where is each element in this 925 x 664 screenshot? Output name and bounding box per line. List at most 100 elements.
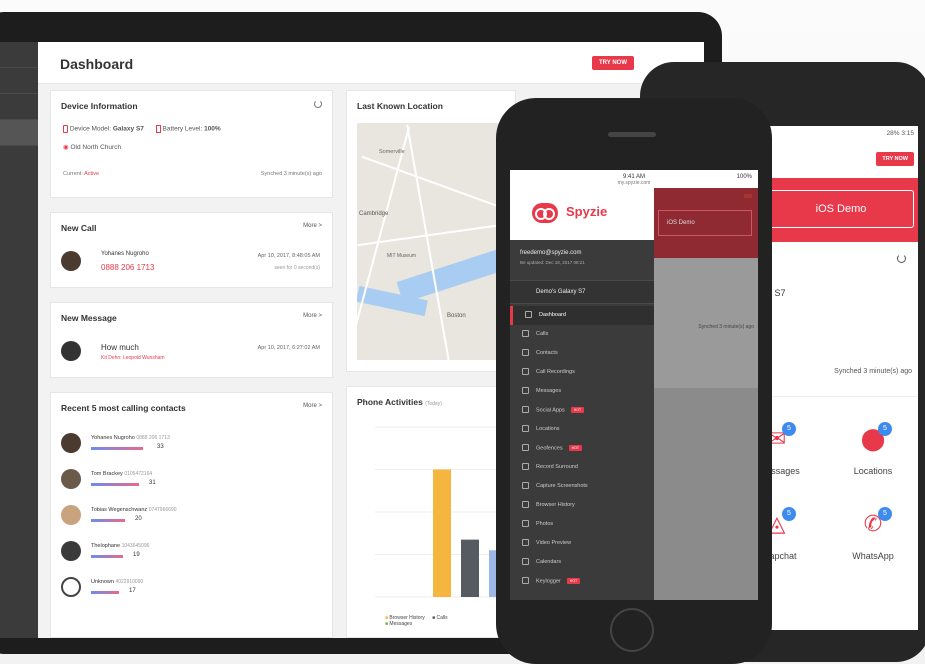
activities-chart [375,426,507,598]
synched-text: Synched 3 minute(s) ago [260,171,322,177]
device-selector[interactable]: Demo's Galaxy S7 [510,280,654,304]
menu-label: Dashboard [539,312,566,318]
menu-item[interactable]: Social Apps HOT [510,401,654,420]
more-link[interactable]: More > [303,313,322,319]
chart-bar [461,539,479,597]
menu-item[interactable]: Call Recordings [510,363,654,382]
menu-label: Capture Screenshots [536,483,588,489]
ios-demo-button[interactable]: iOS Demo [758,190,914,228]
contact-phone: 0888 206 1713 [136,435,170,441]
account-email: freedemo@spyzie.com [520,250,582,256]
ios-demo-button[interactable]: iOS Demo [658,210,752,236]
message-text: How much [101,343,139,352]
card-title: New Call [61,223,97,233]
menu-item[interactable]: Calls [510,325,654,344]
menu-item[interactable]: Calendars [510,553,654,572]
badge: 5 [782,507,796,521]
sidebar [0,42,38,638]
current-label: Current: [63,171,83,177]
url-bar[interactable]: my.spyzie.com [510,180,758,186]
menu-label: Video Preview [536,540,572,546]
app-locations[interactable]: ⬤ 5 Locations [838,422,908,486]
legend-swatch: ■ [385,621,389,627]
map-label: MIT Museum [387,253,417,259]
card-title: Recent 5 most calling contacts [61,403,186,413]
message-date: Apr 10, 2017, 6:27:02 AM [257,345,320,351]
more-link[interactable]: More > [303,223,322,229]
try-now-button[interactable]: TRY NOW [876,152,914,166]
sidebar-item[interactable] [0,94,38,120]
menu-label: Calls [536,331,549,337]
promo-stage: Dashboard TRY NOW Device Information Dev… [0,0,925,664]
battery-icon [155,125,161,133]
menu-item[interactable]: Browser History [510,496,654,515]
call-count: 33 [157,444,164,450]
menu-item[interactable]: Video Preview [510,534,654,553]
sidebar-item[interactable] [0,42,38,68]
menu-icon [522,425,529,432]
caller-phone: 0888 206 1713 [101,263,155,272]
menu-icon [522,368,529,375]
menu-icon [522,387,529,394]
menu-item[interactable]: Locations [510,420,654,439]
app-label: Locations [853,466,893,476]
menu-label: Geofences [536,445,563,452]
hot-badge: HOT [566,578,581,584]
try-now-button[interactable]: TRY NOW [592,56,634,70]
avatar [61,433,81,453]
map-label: Cambridge [359,211,389,217]
card-title: Device Information [61,101,138,111]
contact-phone: 0105472164 [124,471,153,477]
badge: 5 [782,422,796,436]
list-item[interactable]: Unknown 4022910090 17 [51,575,332,611]
list-item[interactable]: Tobias Wegenschwanz 0747966690 20 [51,503,332,539]
current-status: Active [84,171,100,177]
menu-item[interactable]: Record Surround [510,458,654,477]
menu-label: Social Apps [536,407,565,414]
list-item[interactable]: Yohanes Nugroho 0888 206 1713 33 [51,431,332,467]
menu-icon [525,311,532,318]
avatar [61,469,81,489]
user-icon [61,577,81,597]
location-card: Last Known Location Somerville Cambridge… [346,90,516,372]
speaker [608,132,656,137]
call-count-bar [91,447,143,450]
menu-icon [522,520,529,527]
app-label: WhatsApp [852,551,894,561]
brand-name: Spyzie [566,204,608,219]
new-message-card: New Message More > How much Kit Dehn: Le… [50,302,333,378]
more-link[interactable]: More > [303,403,322,409]
menu-label: Keylogger [536,578,561,585]
map[interactable]: Somerville Cambridge MIT Museum Boston [357,123,502,360]
contact-phone: 0747966690 [148,507,177,513]
refresh-icon[interactable] [314,100,322,108]
page-title: Dashboard [60,56,134,72]
card-title: New Message [61,313,117,323]
list-item[interactable]: Tom Brackey 0105472164 31 [51,467,332,503]
menu-item[interactable]: Contacts [510,344,654,363]
menu-item[interactable]: Geofences HOT [510,439,654,458]
badge: 5 [878,507,892,521]
content-overlay[interactable]: iOS Demo Synched 3 minute(s) ago [654,188,758,600]
menu-item[interactable]: Dashboard [510,306,654,325]
menu-item[interactable]: Photos [510,515,654,534]
call-count-bar [91,591,119,594]
sidebar-item[interactable] [0,68,38,94]
recent-contacts-card: Recent 5 most calling contacts More > Yo… [50,392,333,638]
call-count: 17 [129,588,136,594]
app-whatsapp[interactable]: ✆ 5 WhatsApp [838,507,908,571]
menu-item[interactable]: Keylogger HOT [510,572,654,591]
new-call-card: New Call More > Yohanes Nugroho 0888 206… [50,212,333,288]
phone-activities-card: Phone Activities (Today) ■ Browser Histo… [346,386,516,638]
iphone-screen: 9:41 AM 100% my.spyzie.com Spyzie iOS De… [510,170,758,600]
sidebar-item[interactable] [0,120,38,146]
badge: 5 [878,422,892,436]
list-item[interactable]: Thelophane 1043645096 19 [51,539,332,575]
menu-item[interactable]: Capture Screenshots [510,477,654,496]
refresh-icon[interactable] [897,254,906,263]
model-value: Galaxy S7 [112,125,144,133]
contact-phone: 1043645096 [121,543,150,549]
phone-icon [63,125,68,133]
home-button[interactable] [610,608,654,652]
menu-item[interactable]: Messages [510,382,654,401]
